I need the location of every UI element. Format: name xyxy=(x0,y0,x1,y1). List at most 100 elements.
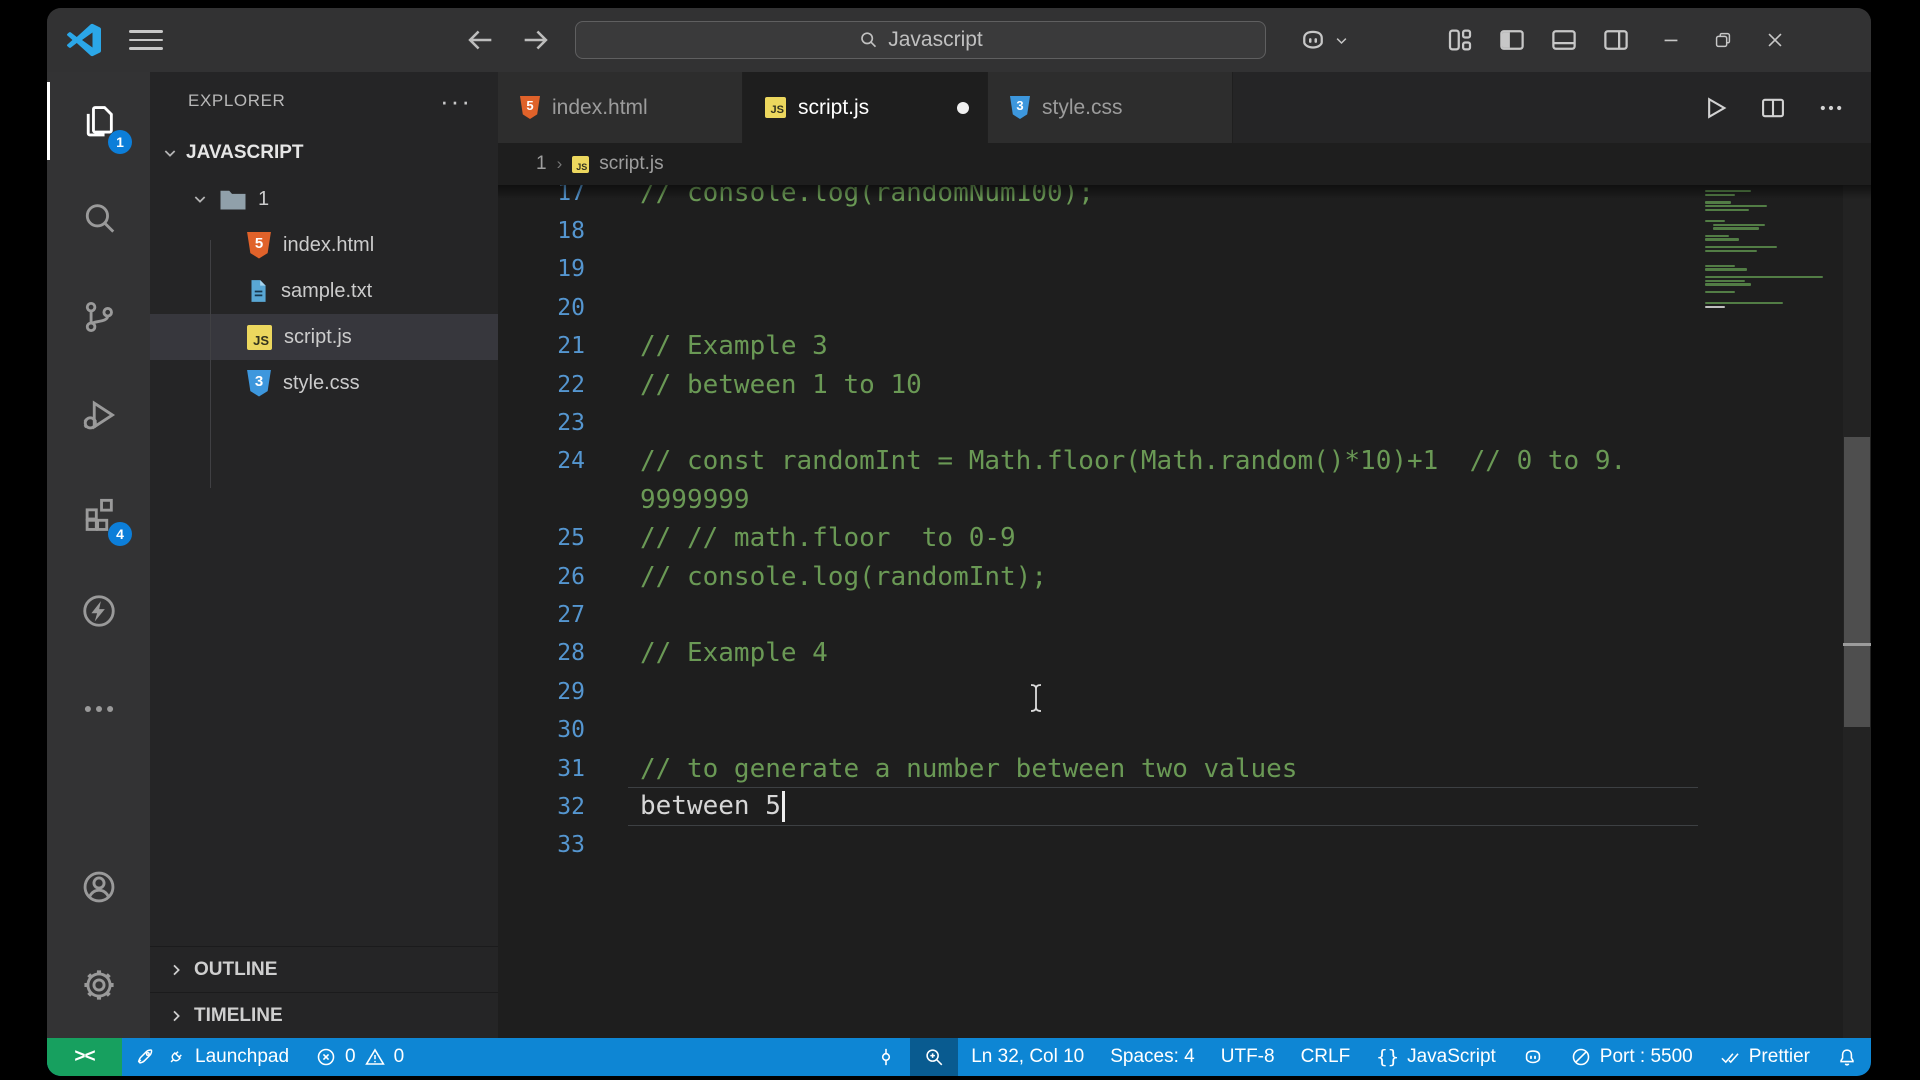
tab-index.html[interactable]: 5 index.html xyxy=(498,72,743,143)
search-value: Javascript xyxy=(888,28,983,51)
activity-source-control[interactable] xyxy=(47,268,150,366)
folder-row[interactable]: 1 xyxy=(150,176,498,222)
code-line-29[interactable]: 29 xyxy=(498,672,1871,711)
remote-indicator[interactable]: >< xyxy=(47,1038,122,1076)
line-number: 24 xyxy=(557,448,585,475)
line-number: 21 xyxy=(557,333,585,360)
activity-thunder-client[interactable] xyxy=(47,562,150,660)
code-line-28[interactable]: 28 // Example 4 xyxy=(498,634,1871,673)
minimap-line xyxy=(1705,283,1751,286)
status-cursor-position[interactable]: Ln 32, Col 10 xyxy=(958,1038,1097,1076)
chevron-right-icon xyxy=(173,964,180,975)
scrollbar-thumb[interactable] xyxy=(1844,437,1870,727)
customize-layout-icon[interactable] xyxy=(1445,25,1475,55)
code-line-23[interactable]: 23 xyxy=(498,403,1871,442)
workspace-row[interactable]: JAVASCRIPT xyxy=(150,130,498,176)
status-prettier[interactable]: Prettier xyxy=(1706,1038,1823,1076)
section-label: TIMELINE xyxy=(194,1004,283,1026)
minimap[interactable] xyxy=(1705,190,1837,330)
status-label: Prettier xyxy=(1748,1046,1810,1067)
extensions-badge: 4 xyxy=(108,522,132,546)
mouse-ibeam-cursor xyxy=(1030,684,1042,712)
tab-script.js[interactable]: JS script.js xyxy=(743,72,988,143)
line-text: 9999999 xyxy=(640,484,750,515)
status-eol[interactable]: CRLF xyxy=(1288,1038,1364,1076)
run-code-icon[interactable] xyxy=(1701,94,1729,122)
code-line-25[interactable]: 25 // // math.floor to 0-9 xyxy=(498,519,1871,558)
explorer-badge: 1 xyxy=(108,130,132,154)
status-label: Launchpad xyxy=(195,1046,290,1067)
status-encoding[interactable]: UTF-8 xyxy=(1208,1038,1288,1076)
toggle-secondary-sidebar-icon[interactable] xyxy=(1601,25,1631,55)
code-line-26[interactable]: 26 // console.log(randomInt); xyxy=(498,557,1871,596)
activity-extensions[interactable]: 4 xyxy=(47,464,150,562)
breadcrumb-root[interactable]: 1 xyxy=(536,153,547,175)
restore-button[interactable] xyxy=(1697,12,1749,68)
file-item-script.js[interactable]: JS script.js xyxy=(150,314,498,360)
code-line-20[interactable]: 20 xyxy=(498,288,1871,327)
remote-icon: >< xyxy=(74,1046,95,1067)
toggle-sidebar-icon[interactable] xyxy=(1497,25,1527,55)
close-button[interactable] xyxy=(1749,12,1801,68)
text-file-icon xyxy=(251,280,266,302)
activity-search[interactable] xyxy=(47,170,150,268)
status-problems[interactable]: 00 xyxy=(302,1038,417,1076)
modified-dot-icon[interactable] xyxy=(957,101,969,114)
code-line-21[interactable]: 21 // Example 3 xyxy=(498,327,1871,366)
breadcrumb[interactable]: 1 › JS script.js xyxy=(498,143,1871,185)
activity-run-debug[interactable] xyxy=(47,366,150,464)
minimap-line xyxy=(1713,227,1759,230)
code-editor[interactable]: 17// console.log(randomNum100);18192021/… xyxy=(498,185,1871,1038)
section-outline[interactable]: OUTLINE xyxy=(150,946,498,992)
code-line-32[interactable]: 32 between 5 xyxy=(498,787,1871,826)
line-text: between 5 xyxy=(585,791,785,823)
breadcrumb-file[interactable]: script.js xyxy=(599,153,663,175)
status-notifications[interactable] xyxy=(1823,1038,1871,1076)
command-center-search[interactable]: Javascript xyxy=(575,21,1266,59)
file-item-index.html[interactable]: 5 index.html xyxy=(150,222,498,268)
split-editor-icon[interactable] xyxy=(1759,94,1787,122)
code-line-22[interactable]: 22 // between 1 to 10 xyxy=(498,365,1871,404)
file-item-style.css[interactable]: 3 style.css xyxy=(150,360,498,406)
status-bar: >< Launchpad 0 0 Ln 32, Col 10 Spaces: 4 UTF… xyxy=(47,1038,1871,1076)
back-arrow-icon[interactable] xyxy=(463,23,497,57)
vertical-scrollbar[interactable] xyxy=(1843,185,1871,1038)
code-line-27[interactable]: 27 xyxy=(498,595,1871,634)
section-timeline[interactable]: TIMELINE xyxy=(150,992,498,1038)
code-line-18[interactable]: 18 xyxy=(498,211,1871,250)
menu-hamburger-icon[interactable] xyxy=(129,25,163,55)
explorer-more-actions-icon[interactable]: ··· xyxy=(440,88,472,114)
file-item-sample.txt[interactable]: sample.txt xyxy=(150,268,498,314)
scroll-shadow xyxy=(498,185,1871,199)
activity-settings[interactable] xyxy=(47,936,150,1034)
title-bar: Javascript xyxy=(47,8,1871,72)
status-language-mode[interactable]: {} JavaScript xyxy=(1363,1038,1509,1076)
status-indentation[interactable]: Spaces: 4 xyxy=(1097,1038,1208,1076)
debug-icon xyxy=(80,396,118,434)
warning-icon xyxy=(364,1046,386,1068)
status-copilot-status[interactable] xyxy=(1509,1038,1557,1076)
code-line-30[interactable]: 30 xyxy=(498,711,1871,750)
status-zoom-level[interactable] xyxy=(910,1038,959,1076)
toggle-panel-icon[interactable] xyxy=(1549,25,1579,55)
braces-icon: {} xyxy=(1376,1046,1400,1068)
code-line-24[interactable]: 24 // const randomInt = Math.floor(Math.r… xyxy=(498,442,1871,481)
forward-arrow-icon[interactable] xyxy=(519,23,553,57)
tab-label: index.html xyxy=(552,95,648,119)
tab-style.css[interactable]: 3 style.css xyxy=(988,72,1233,143)
status-launchpad[interactable]: Launchpad xyxy=(122,1038,302,1076)
code-line-24-wrap[interactable]: 9999999 xyxy=(498,480,1871,519)
activity-account[interactable] xyxy=(47,838,150,936)
status-live-server-port[interactable]: Port : 5500 xyxy=(1557,1038,1706,1076)
line-text: // console.log(randomInt); xyxy=(640,561,1047,592)
editor-more-actions-icon[interactable] xyxy=(1817,94,1845,122)
copilot-icon xyxy=(1522,1046,1544,1068)
copilot-menu[interactable] xyxy=(1298,25,1349,55)
code-line-31[interactable]: 31 // to generate a number between two va… xyxy=(498,749,1871,788)
activity-more[interactable] xyxy=(47,660,150,758)
status-screencast[interactable] xyxy=(862,1038,910,1076)
activity-explorer[interactable]: 1 xyxy=(47,72,150,170)
code-line-33[interactable]: 33 xyxy=(498,826,1871,865)
code-line-19[interactable]: 19 xyxy=(498,250,1871,289)
minimize-button[interactable] xyxy=(1645,12,1697,68)
